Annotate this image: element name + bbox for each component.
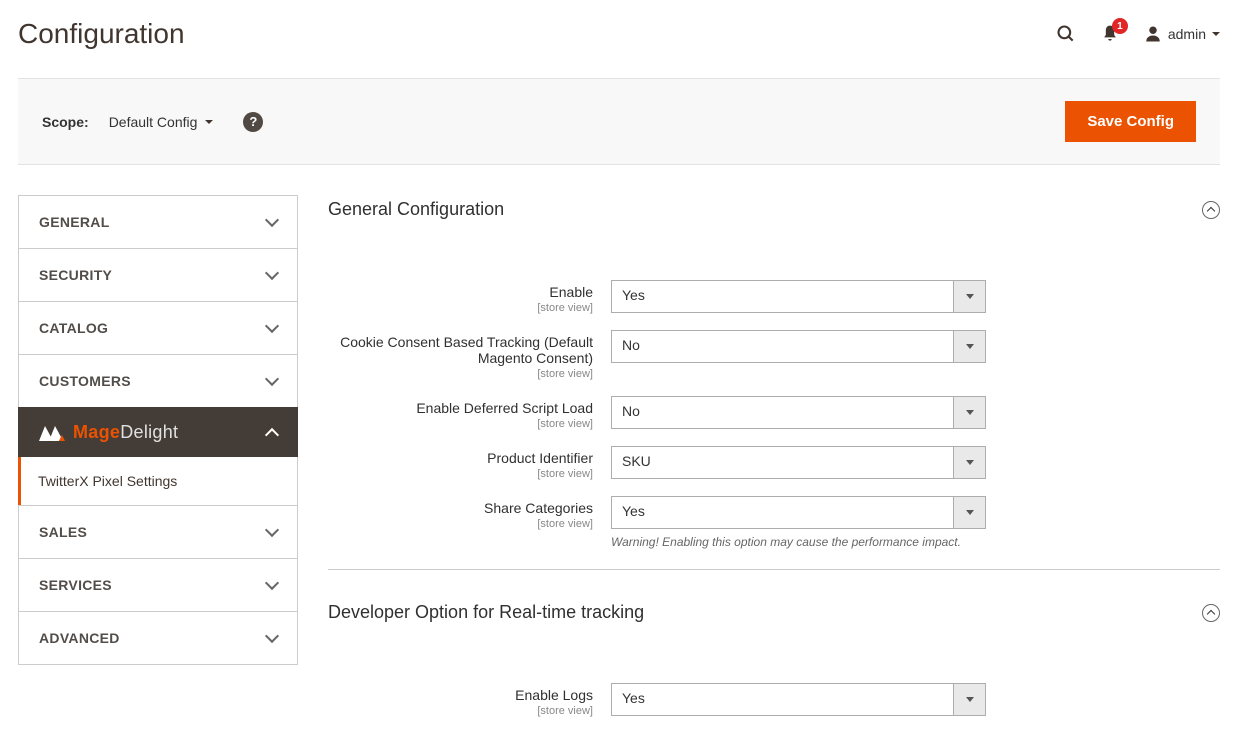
select-dropdown-button[interactable] — [953, 684, 985, 715]
sidebar-item-catalog[interactable]: CATALOG — [18, 301, 298, 354]
field-note-share-cat: Warning! Enabling this option may cause … — [611, 535, 986, 549]
chevron-up-icon — [265, 427, 279, 441]
deferred-script-select[interactable]: No — [611, 396, 986, 429]
enable-select[interactable]: Yes — [611, 280, 986, 313]
username-label: admin — [1168, 26, 1206, 42]
field-label-enable: Enable — [549, 284, 593, 300]
sidebar-item-customers[interactable]: CUSTOMERS — [18, 354, 298, 407]
sidebar-subitem-twitterx[interactable]: TwitterX Pixel Settings — [18, 457, 298, 505]
sidebar-item-label: SECURITY — [39, 267, 112, 283]
select-dropdown-button[interactable] — [953, 331, 985, 362]
sidebar-item-sales[interactable]: SALES — [18, 505, 298, 558]
page-title: Configuration — [18, 18, 185, 50]
sidebar-item-services[interactable]: SERVICES — [18, 558, 298, 611]
sidebar-item-general[interactable]: GENERAL — [18, 195, 298, 248]
field-scope: [store view] — [328, 368, 593, 380]
chevron-up-icon — [1207, 610, 1215, 618]
notifications-icon[interactable]: 1 — [1100, 24, 1120, 44]
select-dropdown-button[interactable] — [953, 281, 985, 312]
field-scope: [store view] — [328, 418, 593, 430]
sidebar-item-security[interactable]: SECURITY — [18, 248, 298, 301]
chevron-down-icon — [1212, 32, 1220, 36]
search-icon[interactable] — [1056, 24, 1076, 44]
field-label-share-cat: Share Categories — [484, 500, 593, 516]
config-sidebar: GENERAL SECURITY CATALOG CUSTOMERS MageD… — [18, 195, 298, 733]
field-scope: [store view] — [328, 705, 593, 717]
chevron-down-icon — [265, 629, 279, 643]
chevron-down-icon — [265, 372, 279, 386]
section-divider — [328, 569, 1220, 570]
user-menu[interactable]: admin — [1144, 25, 1220, 43]
section-title-developer: Developer Option for Real-time tracking — [328, 602, 644, 623]
select-value: No — [612, 331, 953, 362]
scope-value: Default Config — [109, 114, 198, 130]
sidebar-item-label: ADVANCED — [39, 630, 120, 646]
enable-logs-select[interactable]: Yes — [611, 683, 986, 716]
select-dropdown-button[interactable] — [953, 397, 985, 428]
chevron-down-icon — [265, 266, 279, 280]
share-categories-select[interactable]: Yes — [611, 496, 986, 529]
sidebar-item-label: SERVICES — [39, 577, 112, 593]
chevron-up-icon — [1207, 207, 1215, 215]
scope-label: Scope: — [42, 114, 89, 130]
chevron-down-icon — [265, 319, 279, 333]
field-label-deferred: Enable Deferred Script Load — [416, 400, 593, 416]
chevron-down-icon — [966, 697, 974, 702]
sidebar-item-label: CATALOG — [39, 320, 108, 336]
chevron-down-icon — [265, 213, 279, 227]
cookie-consent-select[interactable]: No — [611, 330, 986, 363]
select-value: Yes — [612, 684, 953, 715]
sidebar-item-label: SALES — [39, 524, 87, 540]
chevron-down-icon — [966, 294, 974, 299]
select-value: Yes — [612, 497, 953, 528]
select-value: No — [612, 397, 953, 428]
chevron-down-icon — [265, 523, 279, 537]
field-label-cookie: Cookie Consent Based Tracking (Default M… — [340, 334, 593, 366]
field-scope: [store view] — [328, 302, 593, 314]
collapse-toggle[interactable] — [1202, 201, 1220, 219]
sidebar-item-magedelight[interactable]: MageDelight — [18, 407, 298, 457]
chevron-down-icon — [966, 344, 974, 349]
field-label-product-id: Product Identifier — [487, 450, 593, 466]
product-identifier-select[interactable]: SKU — [611, 446, 986, 479]
sidebar-item-label: CUSTOMERS — [39, 373, 131, 389]
select-dropdown-button[interactable] — [953, 447, 985, 478]
sidebar-item-advanced[interactable]: ADVANCED — [18, 611, 298, 665]
field-scope: [store view] — [328, 518, 593, 530]
help-icon[interactable]: ? — [243, 112, 263, 132]
chevron-down-icon — [966, 510, 974, 515]
section-title-general: General Configuration — [328, 199, 504, 220]
collapse-toggle[interactable] — [1202, 604, 1220, 622]
sidebar-item-label: GENERAL — [39, 214, 110, 230]
brand-icon — [39, 423, 65, 443]
field-scope: [store view] — [328, 468, 593, 480]
chevron-down-icon — [966, 410, 974, 415]
scope-selector[interactable]: Default Config — [109, 114, 214, 130]
chevron-down-icon — [265, 576, 279, 590]
select-dropdown-button[interactable] — [953, 497, 985, 528]
notification-badge: 1 — [1112, 18, 1128, 34]
save-config-button[interactable]: Save Config — [1065, 101, 1196, 142]
select-value: Yes — [612, 281, 953, 312]
select-value: SKU — [612, 447, 953, 478]
user-icon — [1144, 25, 1162, 43]
chevron-down-icon — [966, 460, 974, 465]
magedelight-logo: MageDelight — [39, 422, 178, 443]
chevron-down-icon — [205, 120, 213, 124]
